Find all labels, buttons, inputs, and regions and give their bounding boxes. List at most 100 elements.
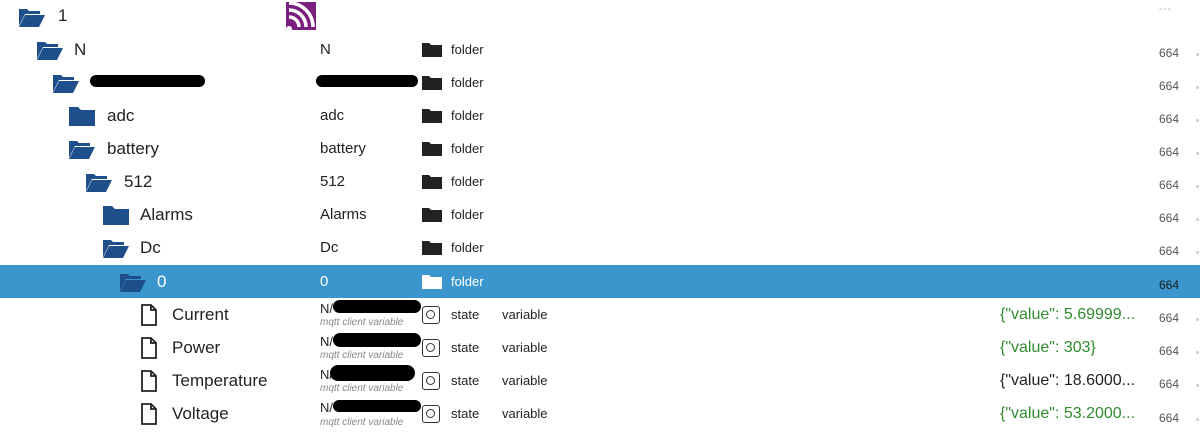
row-acl: 664 [1159, 244, 1180, 258]
row-id: 0 [320, 273, 329, 290]
state-type-icon [422, 306, 440, 324]
folder-type-icon [422, 173, 442, 194]
edge-marker [1196, 318, 1199, 321]
row-acl: 664 [1159, 211, 1180, 225]
redacted-id [330, 365, 415, 381]
folder-closed-icon[interactable] [68, 105, 96, 132]
tree-row[interactable]: N N folder 664 [0, 33, 1200, 66]
tree-row-selected[interactable]: 0 0 folder 664 [0, 265, 1200, 298]
row-type: folder [451, 240, 484, 255]
row-subtitle: mqtt client variable [320, 317, 404, 328]
tree-row[interactable]: 512 512 folder 664 [0, 165, 1200, 198]
row-id: N/ [320, 301, 333, 316]
folder-type-icon [422, 206, 442, 227]
row-id: N/ [320, 400, 333, 415]
tree-row[interactable]: Current N/ mqtt client variable state va… [0, 298, 1200, 331]
edge-marker [1196, 251, 1199, 254]
redacted-name [90, 75, 205, 87]
row-name: 0 [157, 272, 167, 291]
row-name: Voltage [172, 404, 229, 423]
row-value: {"value": 18.6000... [1000, 372, 1136, 389]
folder-open-icon[interactable] [102, 237, 130, 264]
row-type: folder [451, 141, 484, 156]
root-title: 1 [58, 6, 68, 25]
folder-type-icon [422, 273, 442, 294]
row-type: state [451, 373, 480, 388]
row-acl: 664 [1159, 278, 1180, 292]
row-type: folder [451, 75, 484, 90]
row-value: {"value": 5.69999... [1000, 306, 1136, 323]
row-name: Temperature [172, 371, 268, 390]
folder-closed-icon[interactable] [102, 204, 130, 231]
state-type-icon [422, 372, 440, 390]
row-role: variable [502, 340, 548, 355]
row-name: Current [172, 305, 229, 324]
row-acl: 664 [1159, 145, 1180, 159]
row-subtitle: mqtt client variable [320, 383, 404, 394]
tree-row[interactable]: adc adc folder 664 [0, 99, 1200, 132]
folder-open-icon[interactable] [36, 39, 64, 66]
redacted-id [333, 333, 421, 347]
row-type: folder [451, 207, 484, 222]
row-id: N [320, 41, 331, 58]
file-icon[interactable] [140, 304, 158, 331]
row-acl: 664 [1159, 411, 1180, 425]
edge-marker [1196, 351, 1199, 354]
row-id: Alarms [320, 206, 367, 223]
row-type: folder [451, 274, 484, 289]
row-type: folder [451, 42, 484, 57]
row-acl: 664 [1159, 178, 1180, 192]
row-acl: 664 [1159, 311, 1180, 325]
edge-marker [1196, 53, 1199, 56]
row-acl: 664 [1159, 79, 1180, 93]
row-type: state [451, 340, 480, 355]
row-role: variable [502, 406, 548, 421]
row-value: {"value": 53.2000... [1000, 405, 1136, 422]
row-subtitle: mqtt client variable [320, 417, 404, 428]
row-role: variable [502, 307, 548, 322]
tree-row[interactable]: Dc Dc folder 664 [0, 231, 1200, 264]
folder-type-icon [422, 140, 442, 161]
tree-row[interactable]: Voltage N/ mqtt client variable state va… [0, 397, 1200, 433]
row-role: variable [502, 373, 548, 388]
edge-marker [1196, 119, 1199, 122]
redacted-id [333, 300, 421, 313]
row-acl: 664 [1159, 344, 1180, 358]
row-type: state [451, 406, 480, 421]
folder-open-icon[interactable] [119, 271, 147, 298]
rss-feed-icon [286, 1, 316, 35]
edge-marker [1196, 218, 1199, 221]
file-icon[interactable] [140, 403, 158, 430]
folder-open-icon[interactable] [85, 171, 113, 198]
tree-row[interactable]: Alarms Alarms folder 664 [0, 198, 1200, 231]
folder-open-icon[interactable] [52, 72, 80, 99]
row-type: folder [451, 108, 484, 123]
root-row[interactable]: 1 --- [0, 0, 1200, 33]
file-icon[interactable] [140, 370, 158, 397]
row-type: state [451, 307, 480, 322]
row-name: Power [172, 338, 221, 357]
edge-marker [1196, 185, 1199, 188]
folder-type-icon [422, 107, 442, 128]
folder-type-icon [422, 239, 442, 260]
tree-row[interactable]: Temperature N/ mqtt client variable stat… [0, 364, 1200, 397]
row-id: 512 [320, 173, 346, 190]
tree-row[interactable]: battery battery folder 664 [0, 132, 1200, 165]
row-id: adc [320, 107, 345, 124]
folder-type-icon [422, 41, 442, 62]
tree-row[interactable]: folder 664 [0, 66, 1200, 99]
row-name: adc [107, 106, 135, 125]
file-icon[interactable] [140, 337, 158, 364]
edge-marker [1196, 152, 1199, 155]
folder-open-icon[interactable] [68, 138, 96, 165]
folder-open-icon[interactable] [18, 6, 46, 33]
folder-type-icon [422, 74, 442, 95]
row-type: folder [451, 174, 484, 189]
edge-marker [1196, 418, 1199, 421]
edge-marker [1196, 86, 1199, 89]
row-id: Dc [320, 239, 339, 256]
row-id: N/ [320, 334, 333, 349]
row-name: N [74, 40, 87, 59]
tree-row[interactable]: Power N/ mqtt client variable state vari… [0, 331, 1200, 364]
state-type-icon [422, 339, 440, 357]
